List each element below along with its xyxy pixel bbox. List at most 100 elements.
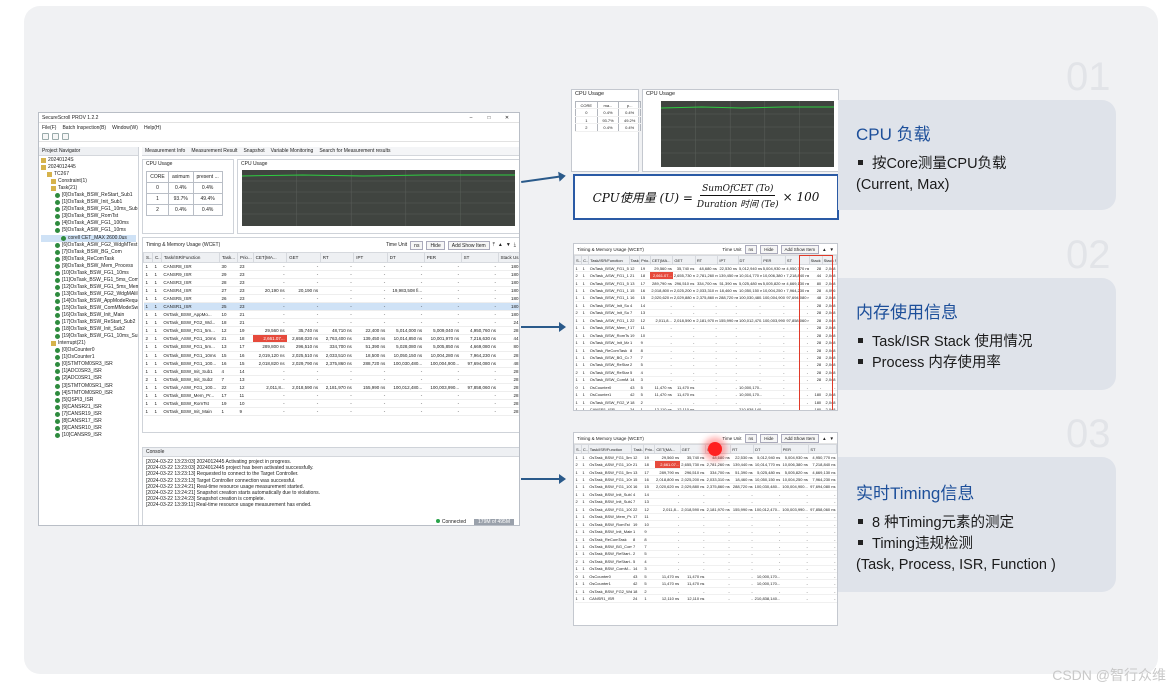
tree-item[interactable]: [9]CANSR10_ISR — [41, 425, 136, 432]
table-row[interactable]: 11OsTask_BSW_FG1_100...16152,020,620 ns2… — [574, 294, 837, 303]
menu-file[interactable]: File(F) — [42, 125, 56, 131]
column-header[interactable]: Task... — [631, 444, 644, 454]
column-header[interactable]: Task/ISR/Function — [160, 252, 221, 263]
table-row[interactable]: 1 1 OsTask_BSW_AppMo... 10 21- - - - - - -180 — [143, 310, 519, 320]
column-header[interactable]: GET — [672, 255, 696, 265]
move-down-icon[interactable]: ▼ — [830, 436, 834, 441]
column-header[interactable]: Prio... — [642, 444, 656, 454]
column-header[interactable]: CET(MA... — [654, 444, 681, 454]
column-header[interactable]: Task... — [628, 255, 641, 265]
table-row[interactable]: 1 1 OsTask_BSW_FG2_Wd... 18 2- - - - - - - — [574, 587, 837, 596]
move-top-icon[interactable]: ⤒ — [493, 242, 495, 248]
table-row[interactable]: 1 1 OsTask_BSW_Init_Sub1 4 14- - - - - - - — [574, 490, 837, 499]
table-row[interactable]: 21OsTask_ASW_FG1_10ms21182,661.07...2,65… — [143, 334, 519, 344]
tree-item[interactable]: [3]STMTOM0SR1_ISR — [41, 383, 136, 390]
table-row[interactable]: 1 1 OsTask_BSW_FG2_Wd... 18 21- - - - - - -24 — [143, 318, 519, 328]
column-header[interactable]: C... — [580, 444, 589, 454]
minimize-icon[interactable]: – — [462, 115, 480, 121]
tree-item[interactable]: [4]STMTOM0SR0_ISR — [41, 390, 136, 397]
tree-item[interactable]: TC267 — [41, 171, 136, 178]
tab-snapshot[interactable]: Snapshot — [243, 148, 264, 154]
tree-item[interactable]: [13]OsTask_BSW_FG2_WdgMAlil — [41, 291, 138, 298]
column-header[interactable]: S... — [574, 255, 583, 265]
column-header[interactable]: GET — [679, 444, 706, 454]
table-row[interactable]: 11OsTask_BSW_FG1_10ms15162,018,800 ns2,0… — [574, 475, 837, 484]
tree-item[interactable]: [1]ADC0SR3_ISR — [41, 368, 136, 375]
table-row[interactable]: 1 1 CANSR9_ISR 29 23- - - - - - -180 — [143, 270, 519, 280]
tree-item[interactable]: [8]CANSR17_ISR — [41, 418, 136, 425]
table-row[interactable]: 11OsTask_BSW_FG1_5m...121929,560 ns35,74… — [574, 264, 837, 273]
column-header[interactable]: Prio... — [236, 252, 254, 263]
tree-item[interactable]: [9]OsTask_BSW_Mem_Process — [41, 263, 136, 270]
table-row[interactable]: 1 1 OsTask_ReComTask 8 8- - - - - - -28 2,048 — [574, 346, 837, 355]
table-row[interactable]: 1 1 CANSR3_ISR 28 23- - - - - - -180 — [143, 278, 519, 288]
table-row[interactable]: 1 1 OsTask_BSW_FG1_100... 16 15 2,018,820 ns 2… — [143, 359, 519, 368]
table-row[interactable]: 1 1 OsTask_BSW_Mem_Pr... 17 11- - - - - - - — [574, 513, 837, 521]
tree-item[interactable]: [0]STMTOM0SR3_ISR — [41, 361, 136, 368]
column-header[interactable]: IPT — [353, 252, 388, 263]
table-row[interactable]: 11OsTask_ASW_FG1_100...22122,011,8...2,0… — [143, 383, 519, 392]
tree-item[interactable]: [10]CANSR9_ISR — [41, 432, 136, 439]
tree-item[interactable]: [6]OsTask_ASW_FG2_WdgMTest — [41, 242, 137, 249]
move-up-icon[interactable]: ▲ — [822, 436, 826, 441]
tab-variable-monitoring[interactable]: Variable Monitoring — [271, 148, 314, 154]
timing-zoom-time-unit-select[interactable]: ns — [744, 433, 758, 443]
tab-measurement-result[interactable]: Measurement Result — [191, 148, 237, 154]
close-icon[interactable]: ✕ — [498, 115, 516, 121]
table-row[interactable]: 11OsTask_BSW_ReStart...25-------282,048 — [574, 361, 837, 370]
table-row[interactable]: 1 1 OsTask_BSW_BG_Com 7 7- - - - - - - — [574, 542, 837, 551]
memory-time-unit-select[interactable]: ns — [744, 244, 758, 254]
tab-search-results[interactable]: Search for Measurement results — [319, 148, 390, 154]
tree-item[interactable]: [14]OsTask_BSW_AppModeReque — [41, 298, 138, 305]
column-header[interactable]: C... — [581, 255, 590, 265]
column-header[interactable]: RT — [730, 444, 755, 454]
tree-item[interactable]: [1]OsTask_BSW_Init_Sub1 — [41, 199, 136, 206]
tree-item[interactable]: [16]OsTask_BSW_Init_Main — [41, 312, 136, 319]
column-header[interactable]: Task... — [219, 252, 238, 263]
column-header[interactable]: ST — [808, 444, 837, 454]
move-up-icon[interactable]: ▲ — [822, 247, 826, 252]
memory-usage[interactable]: 179M of 495M — [474, 518, 514, 525]
table-row[interactable]: 2 1 OsTask_BSW_Init_Sub2 7 13- - - - - - - — [574, 498, 837, 507]
table-row[interactable]: 11OsTask_BSW_Mem_Pr...1711-------282,048 — [574, 324, 837, 332]
column-header[interactable]: CET(MA... — [649, 255, 674, 265]
column-header[interactable]: Task/ISR/Function — [588, 255, 630, 265]
tree-item[interactable]: [6]CANSR21_ISR — [41, 404, 136, 411]
table-row[interactable]: 11OsTask_BSW_FG1_100...16152,020,620 ns2… — [574, 483, 837, 492]
move-down-icon[interactable]: ▼ — [830, 247, 834, 252]
add-show-item-button[interactable]: Add Show Item — [447, 240, 490, 250]
column-header[interactable]: DT — [753, 444, 782, 454]
save-icon[interactable] — [62, 133, 69, 140]
column-header[interactable]: Task/ISR/Function — [587, 444, 633, 454]
table-row[interactable]: 11OsTask_BSW_FG2_Wd...182-------1802,048 — [574, 398, 837, 407]
tree-item[interactable]: [3]OsTask_BSW_RomTst — [41, 213, 136, 220]
column-header[interactable]: S... — [574, 444, 582, 454]
table-row[interactable]: 1 1 CANSR1_ISR 24 1 12,110 ns 12,110 ns - -210,8… — [574, 594, 837, 603]
table-row[interactable]: 11OsTask_BSW_FG1_5m...121929,560 ns35,74… — [143, 326, 519, 336]
column-header[interactable]: PER — [780, 444, 810, 454]
table-row[interactable]: 1 1 CANSR5_ISR 26 23- - - - - - -180 — [143, 294, 519, 304]
tree-item[interactable]: [17]OsTask_BSW_ReStart_Sub2 — [41, 319, 136, 326]
column-header[interactable]: PER — [761, 255, 786, 265]
column-header[interactable]: ST — [460, 252, 499, 263]
table-row[interactable]: 1 1 OsTask_BSW_BG_Com 7 7- - - - - - -28 2,048 — [574, 353, 837, 362]
table-row[interactable]: 0 1 OsCounter0 43 5 11,470 ns 11,470 ns - -10,00… — [574, 383, 837, 392]
table-row[interactable]: 1 1 OsTask_BSW_Init_Main 1 9- - - - - - - — [574, 527, 837, 536]
tree-item[interactable]: 2024012445 — [41, 164, 136, 171]
tree-item[interactable]: [19]OsTask_BSW_FG1_10ms_Sub2 — [41, 333, 138, 340]
column-header[interactable]: DT — [386, 252, 425, 263]
tree-item[interactable]: [2]OsTask_BSW_FG1_10ms_Sub1 — [41, 206, 138, 213]
table-row[interactable]: 21OsTask_BSW_Init_Sub2713-------282,048 — [574, 309, 837, 318]
table-row[interactable]: 1 1 OsTask_BSW_Init_Main 1 9- - - - - - -28 — [143, 407, 519, 416]
tree-item[interactable]: [2]ADC0SR1_ISR — [41, 375, 136, 382]
tree-item[interactable]: [5]QSPI3_ISR — [41, 397, 136, 404]
table-row[interactable]: 1 1 OsTask_ReComTask 8 8- - - - - - - — [574, 535, 837, 544]
table-row[interactable]: 1 1 OsTask_BSW_RomTst 19 10- - - - - - -28 2,048 — [574, 331, 837, 340]
tree-item[interactable]: Task(21) — [41, 185, 136, 192]
column-header[interactable]: RT — [319, 252, 355, 263]
memory-hide-button[interactable]: Hide — [760, 244, 778, 254]
menu-batch-inspection[interactable]: Batch Inspection(B) — [62, 125, 106, 131]
table-row[interactable]: 1 1 OsTask_BSW_ComM... 14 3- - - - - - - — [574, 565, 837, 574]
menu-help[interactable]: Help(H) — [144, 125, 161, 131]
table-row[interactable]: 1 1 OsTask_BSW_Mem_Pr... 17 11- - - - - - -28 — [143, 391, 519, 400]
